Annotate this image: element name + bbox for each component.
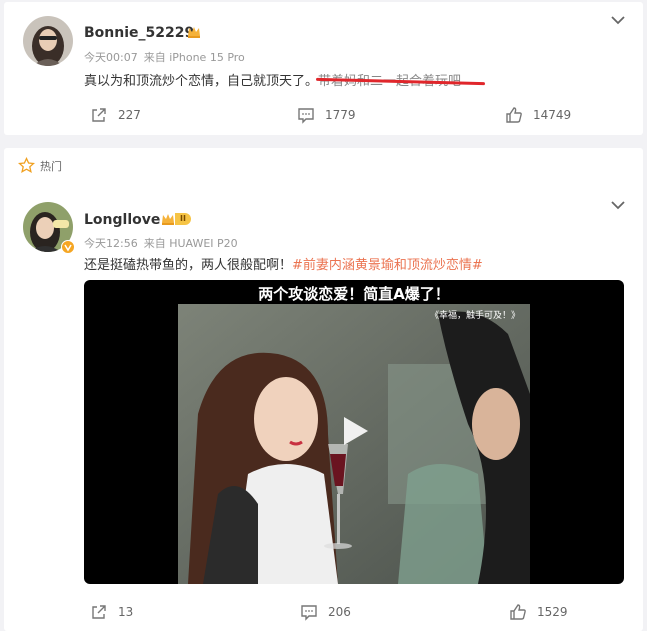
post-time[interactable]: 今天12:56 — [84, 237, 138, 250]
post-time[interactable]: 今天00:07 — [84, 51, 138, 64]
verified-badge-icon — [61, 240, 75, 254]
level-badge: II — [175, 213, 191, 225]
like-button[interactable]: 14749 — [505, 106, 571, 124]
share-icon — [92, 605, 106, 619]
comment-button[interactable]: 1779 — [297, 106, 356, 124]
post-card: 热门 Longllove II 今天12:56 来自 HUAWEI P20 还是挺… — [4, 148, 643, 631]
play-icon[interactable] — [336, 413, 372, 449]
video-player[interactable]: 两个攻谈恋爱！简直A爆了！ 《幸福，触手可及！》 — [84, 280, 624, 584]
username[interactable]: Bonnie_52229 — [84, 25, 194, 41]
share-button[interactable]: 13 — [90, 603, 133, 621]
member-badge[interactable]: II — [160, 211, 191, 227]
post-text: 还是挺磕热带鱼的，两人很般配啊！#前妻内涵黄景瑜和顶流炒恋情# — [84, 254, 483, 273]
like-count: 1529 — [537, 605, 568, 619]
post-source: 来自 HUAWEI P20 — [143, 237, 238, 250]
share-count: 13 — [118, 605, 134, 619]
crown-badge-icon — [162, 214, 174, 225]
comment-icon — [301, 605, 317, 621]
chevron-down-icon[interactable] — [610, 200, 626, 210]
comment-button[interactable]: 206 — [300, 603, 351, 621]
chevron-down-icon[interactable] — [610, 15, 626, 25]
video-subtitle: 《幸福，触手可及！》 — [429, 311, 520, 321]
share-icon — [92, 108, 106, 122]
comment-count: 1779 — [325, 108, 356, 122]
star-icon — [18, 157, 35, 173]
post-text-main: 真以为和顶流炒个恋情，自己就顶天了。 — [84, 74, 319, 89]
post-text: 真以为和顶流炒个恋情，自己就顶天了。带着妈和二一起合着玩吧 — [84, 70, 486, 89]
post-text-main: 还是挺磕热带鱼的，两人很般配啊！ — [84, 258, 293, 273]
comment-icon — [298, 108, 314, 124]
username[interactable]: Longllove — [84, 212, 160, 228]
post-meta: 今天12:56 来自 HUAWEI P20 — [84, 235, 244, 251]
share-button[interactable]: 227 — [90, 106, 141, 124]
post-meta: 今天00:07 来自 iPhone 15 Pro — [84, 49, 251, 65]
thumbs-up-icon — [510, 604, 526, 620]
hot-label-text: 热门 — [40, 159, 62, 173]
post-source: 来自 iPhone 15 Pro — [143, 51, 245, 64]
like-button[interactable]: 1529 — [509, 603, 568, 621]
avatar[interactable] — [23, 16, 73, 66]
thumbs-up-icon — [506, 107, 522, 123]
post-card: Bonnie_52229 今天00:07 来自 iPhone 15 Pro 真以为… — [4, 2, 643, 135]
hot-label: 热门 — [18, 157, 62, 174]
hashtag-link[interactable]: #前妻内涵黄景瑜和顶流炒恋情# — [292, 258, 483, 273]
video-banner-text: 两个攻谈恋爱！简直A爆了！ — [258, 285, 450, 303]
share-count: 227 — [118, 108, 141, 122]
struck-text: 带着妈和二一起合着玩吧 — [316, 74, 486, 89]
crown-badge-icon — [188, 27, 200, 38]
comment-count: 206 — [328, 605, 351, 619]
like-count: 14749 — [533, 108, 572, 122]
